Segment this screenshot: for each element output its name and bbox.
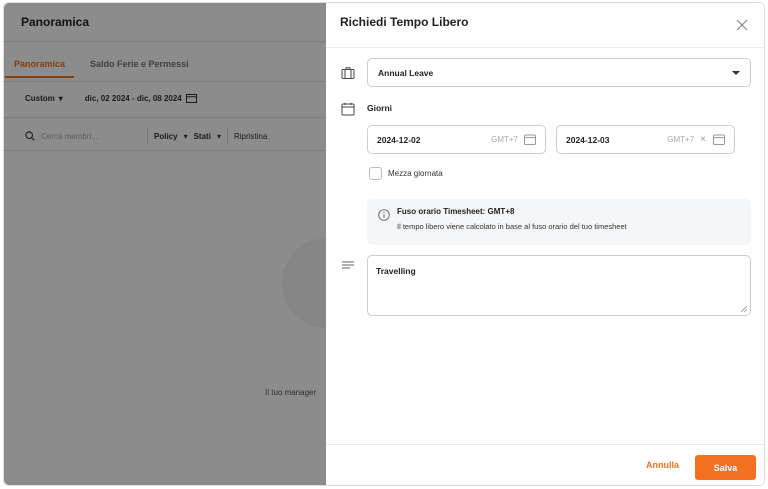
calendar-icon[interactable] bbox=[713, 134, 725, 145]
divider bbox=[326, 47, 764, 48]
close-icon[interactable] bbox=[734, 17, 750, 33]
days-label: Giorni bbox=[367, 103, 393, 113]
modal-overlay[interactable] bbox=[4, 3, 326, 485]
clear-icon[interactable]: × bbox=[700, 134, 706, 145]
note-textarea[interactable]: Travelling bbox=[367, 255, 751, 316]
app-window: Panoramica Panoramica Saldo Ferie e Perm… bbox=[3, 2, 765, 486]
note-text: Travelling bbox=[376, 266, 416, 276]
resize-handle-icon[interactable] bbox=[741, 306, 747, 312]
start-date-timezone: GMT+7 bbox=[491, 135, 518, 144]
chevron-down-icon bbox=[732, 71, 740, 75]
save-button[interactable]: Salva bbox=[695, 455, 756, 480]
cancel-button[interactable]: Annulla bbox=[646, 460, 679, 470]
briefcase-icon bbox=[341, 67, 355, 79]
half-day-option: Mezza giornata bbox=[369, 167, 443, 180]
lines-icon bbox=[342, 261, 354, 269]
end-date-value: 2024-12-03 bbox=[566, 134, 610, 145]
leave-type-value: Annual Leave bbox=[378, 67, 434, 78]
end-date-timezone: GMT+7 bbox=[667, 135, 695, 144]
divider bbox=[326, 444, 764, 445]
time-off-drawer: Richiedi Tempo Libero Annual Leave Giorn… bbox=[326, 3, 764, 485]
info-text: Il tempo libero viene calcolato in base … bbox=[397, 222, 627, 231]
timezone-info-box: Fuso orario Timesheet: GMT+8 Il tempo li… bbox=[367, 199, 751, 245]
leave-type-select[interactable]: Annual Leave bbox=[367, 58, 751, 87]
half-day-checkbox[interactable] bbox=[369, 167, 382, 180]
calendar-icon[interactable] bbox=[524, 134, 536, 145]
background-page: Panoramica Panoramica Saldo Ferie e Perm… bbox=[4, 3, 372, 485]
start-date-input[interactable]: 2024-12-02 GMT+7 bbox=[367, 125, 546, 154]
start-date-value: 2024-12-02 bbox=[377, 134, 421, 145]
end-date-input[interactable]: 2024-12-03 GMT+7 × bbox=[556, 125, 735, 154]
drawer-title: Richiedi Tempo Libero bbox=[340, 15, 469, 29]
info-title: Fuso orario Timesheet: GMT+8 bbox=[397, 207, 515, 216]
half-day-label: Mezza giornata bbox=[388, 169, 443, 178]
calendar-icon bbox=[341, 102, 355, 116]
info-icon bbox=[378, 209, 390, 221]
